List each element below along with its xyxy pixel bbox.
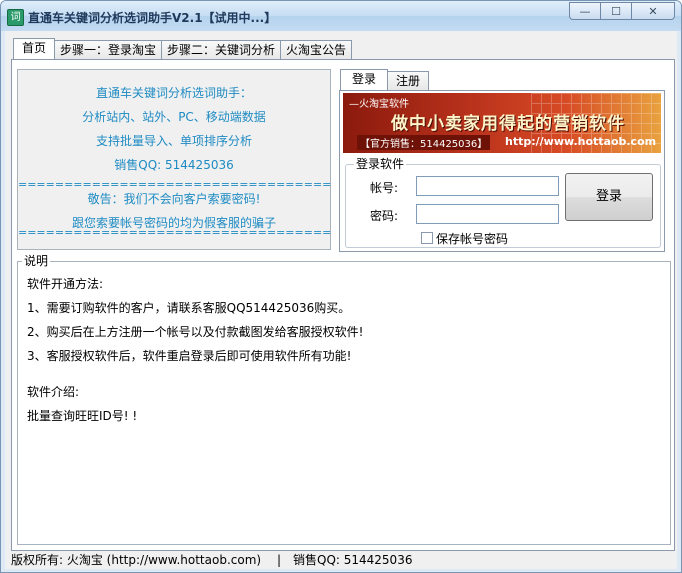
info-separator-bottom: ================================== — [18, 226, 332, 239]
save-password-label[interactable]: 保存帐号密码 — [436, 230, 508, 247]
tab-step2-keyword-analysis[interactable]: 步骤二：关键词分析 — [161, 40, 282, 61]
description-line: 2、购买后在上方注册一个帐号以及付款截图发给客服授权软件! — [27, 325, 364, 339]
login-tabs: 登录 注册 — [340, 69, 430, 91]
status-bar: 版权所有: 火淘宝 (http://www.hottaob.com) | 销售Q… — [5, 551, 677, 569]
description-line: 批量查询旺旺ID号! ! — [27, 409, 138, 423]
login-group-title: 登录软件 — [354, 157, 407, 171]
banner-brand: —火淘宝软件 — [349, 99, 409, 110]
status-sales-qq: 销售QQ: 514425036 — [293, 553, 413, 567]
login-button[interactable]: 登录 — [565, 173, 653, 221]
banner-slogan: 做中小卖家用得起的营销软件 — [391, 114, 625, 134]
tab-login[interactable]: 登录 — [340, 69, 389, 91]
login-panel: —火淘宝软件 做中小卖家用得起的营销软件 【官方销售：514425036】 ht… — [339, 90, 665, 252]
app-icon: 词 — [7, 9, 24, 26]
description-line: 3、客服授权软件后，软件重启登录后即可使用软件所有功能! — [27, 349, 352, 363]
description-line: 软件开通方法: — [27, 277, 104, 291]
client-area: 首页 步骤一：登录淘宝 步骤二：关键词分析 火淘宝公告 直通车关键词分析选词助手… — [5, 31, 677, 569]
maximize-button[interactable]: ☐ — [600, 2, 632, 20]
password-input[interactable] — [416, 204, 559, 224]
tab-announcement[interactable]: 火淘宝公告 — [280, 40, 353, 61]
tab-step1-login-taobao[interactable]: 步骤一：登录淘宝 — [54, 40, 163, 61]
window-title: 直通车关键词分析选词助手V2.1【试用中...】 — [28, 11, 277, 25]
banner-url: http://www.hottaob.com — [505, 135, 657, 148]
account-label: 帐号: — [370, 181, 399, 195]
info-feature-2: 支持批量导入、单项排序分析 — [95, 134, 252, 148]
description-line: 软件介绍: — [27, 385, 80, 399]
window-controls: — ☐ ✕ — [569, 2, 675, 20]
home-tab-page: 直通车关键词分析选词助手： 分析站内、站外、PC、移动端数据 支持批量导入、单项… — [11, 59, 675, 551]
info-feature-1: 分析站内、站外、PC、移动端数据 — [82, 110, 266, 124]
tab-register[interactable]: 注册 — [387, 71, 430, 91]
main-tabs: 首页 步骤一：登录淘宝 步骤二：关键词分析 火淘宝公告 — [13, 38, 353, 61]
minimize-button[interactable]: — — [569, 2, 601, 20]
info-warning-1: 敬告：我们不会向客户索要密码! — [87, 192, 261, 206]
promo-banner[interactable]: —火淘宝软件 做中小卖家用得起的营销软件 【官方销售：514425036】 ht… — [343, 93, 661, 153]
banner-official-sales: 【官方销售：514425036】 — [357, 135, 491, 150]
status-separator: | — [277, 553, 282, 567]
save-password-checkbox[interactable] — [421, 232, 433, 244]
status-copyright: 版权所有: 火淘宝 (http://www.hottaob.com) — [11, 553, 262, 567]
info-panel: 直通车关键词分析选词助手： 分析站内、站外、PC、移动端数据 支持批量导入、单项… — [17, 69, 331, 250]
account-input[interactable] — [416, 176, 559, 196]
app-window: 词 直通车关键词分析选词助手V2.1【试用中...】 — ☐ ✕ 首页 步骤一：… — [0, 0, 682, 573]
description-legend: 说明 — [22, 254, 51, 268]
info-title: 直通车关键词分析选词助手： — [95, 86, 252, 100]
info-sales-qq: 销售QQ: 514425036 — [114, 158, 234, 172]
login-group: 登录软件 帐号: 密码: 登录 保存帐号密码 — [345, 157, 661, 248]
tab-home[interactable]: 首页 — [13, 38, 56, 61]
title-bar[interactable]: 词 直通车关键词分析选词助手V2.1【试用中...】 — ☐ ✕ — [1, 1, 681, 31]
description-group: 说明 软件开通方法: 1、需要订购软件的客户，请联系客服QQ514425036购… — [17, 254, 671, 545]
description-line: 1、需要订购软件的客户，请联系客服QQ514425036购买。 — [27, 301, 351, 315]
password-label: 密码: — [370, 209, 399, 223]
close-button[interactable]: ✕ — [631, 2, 675, 20]
